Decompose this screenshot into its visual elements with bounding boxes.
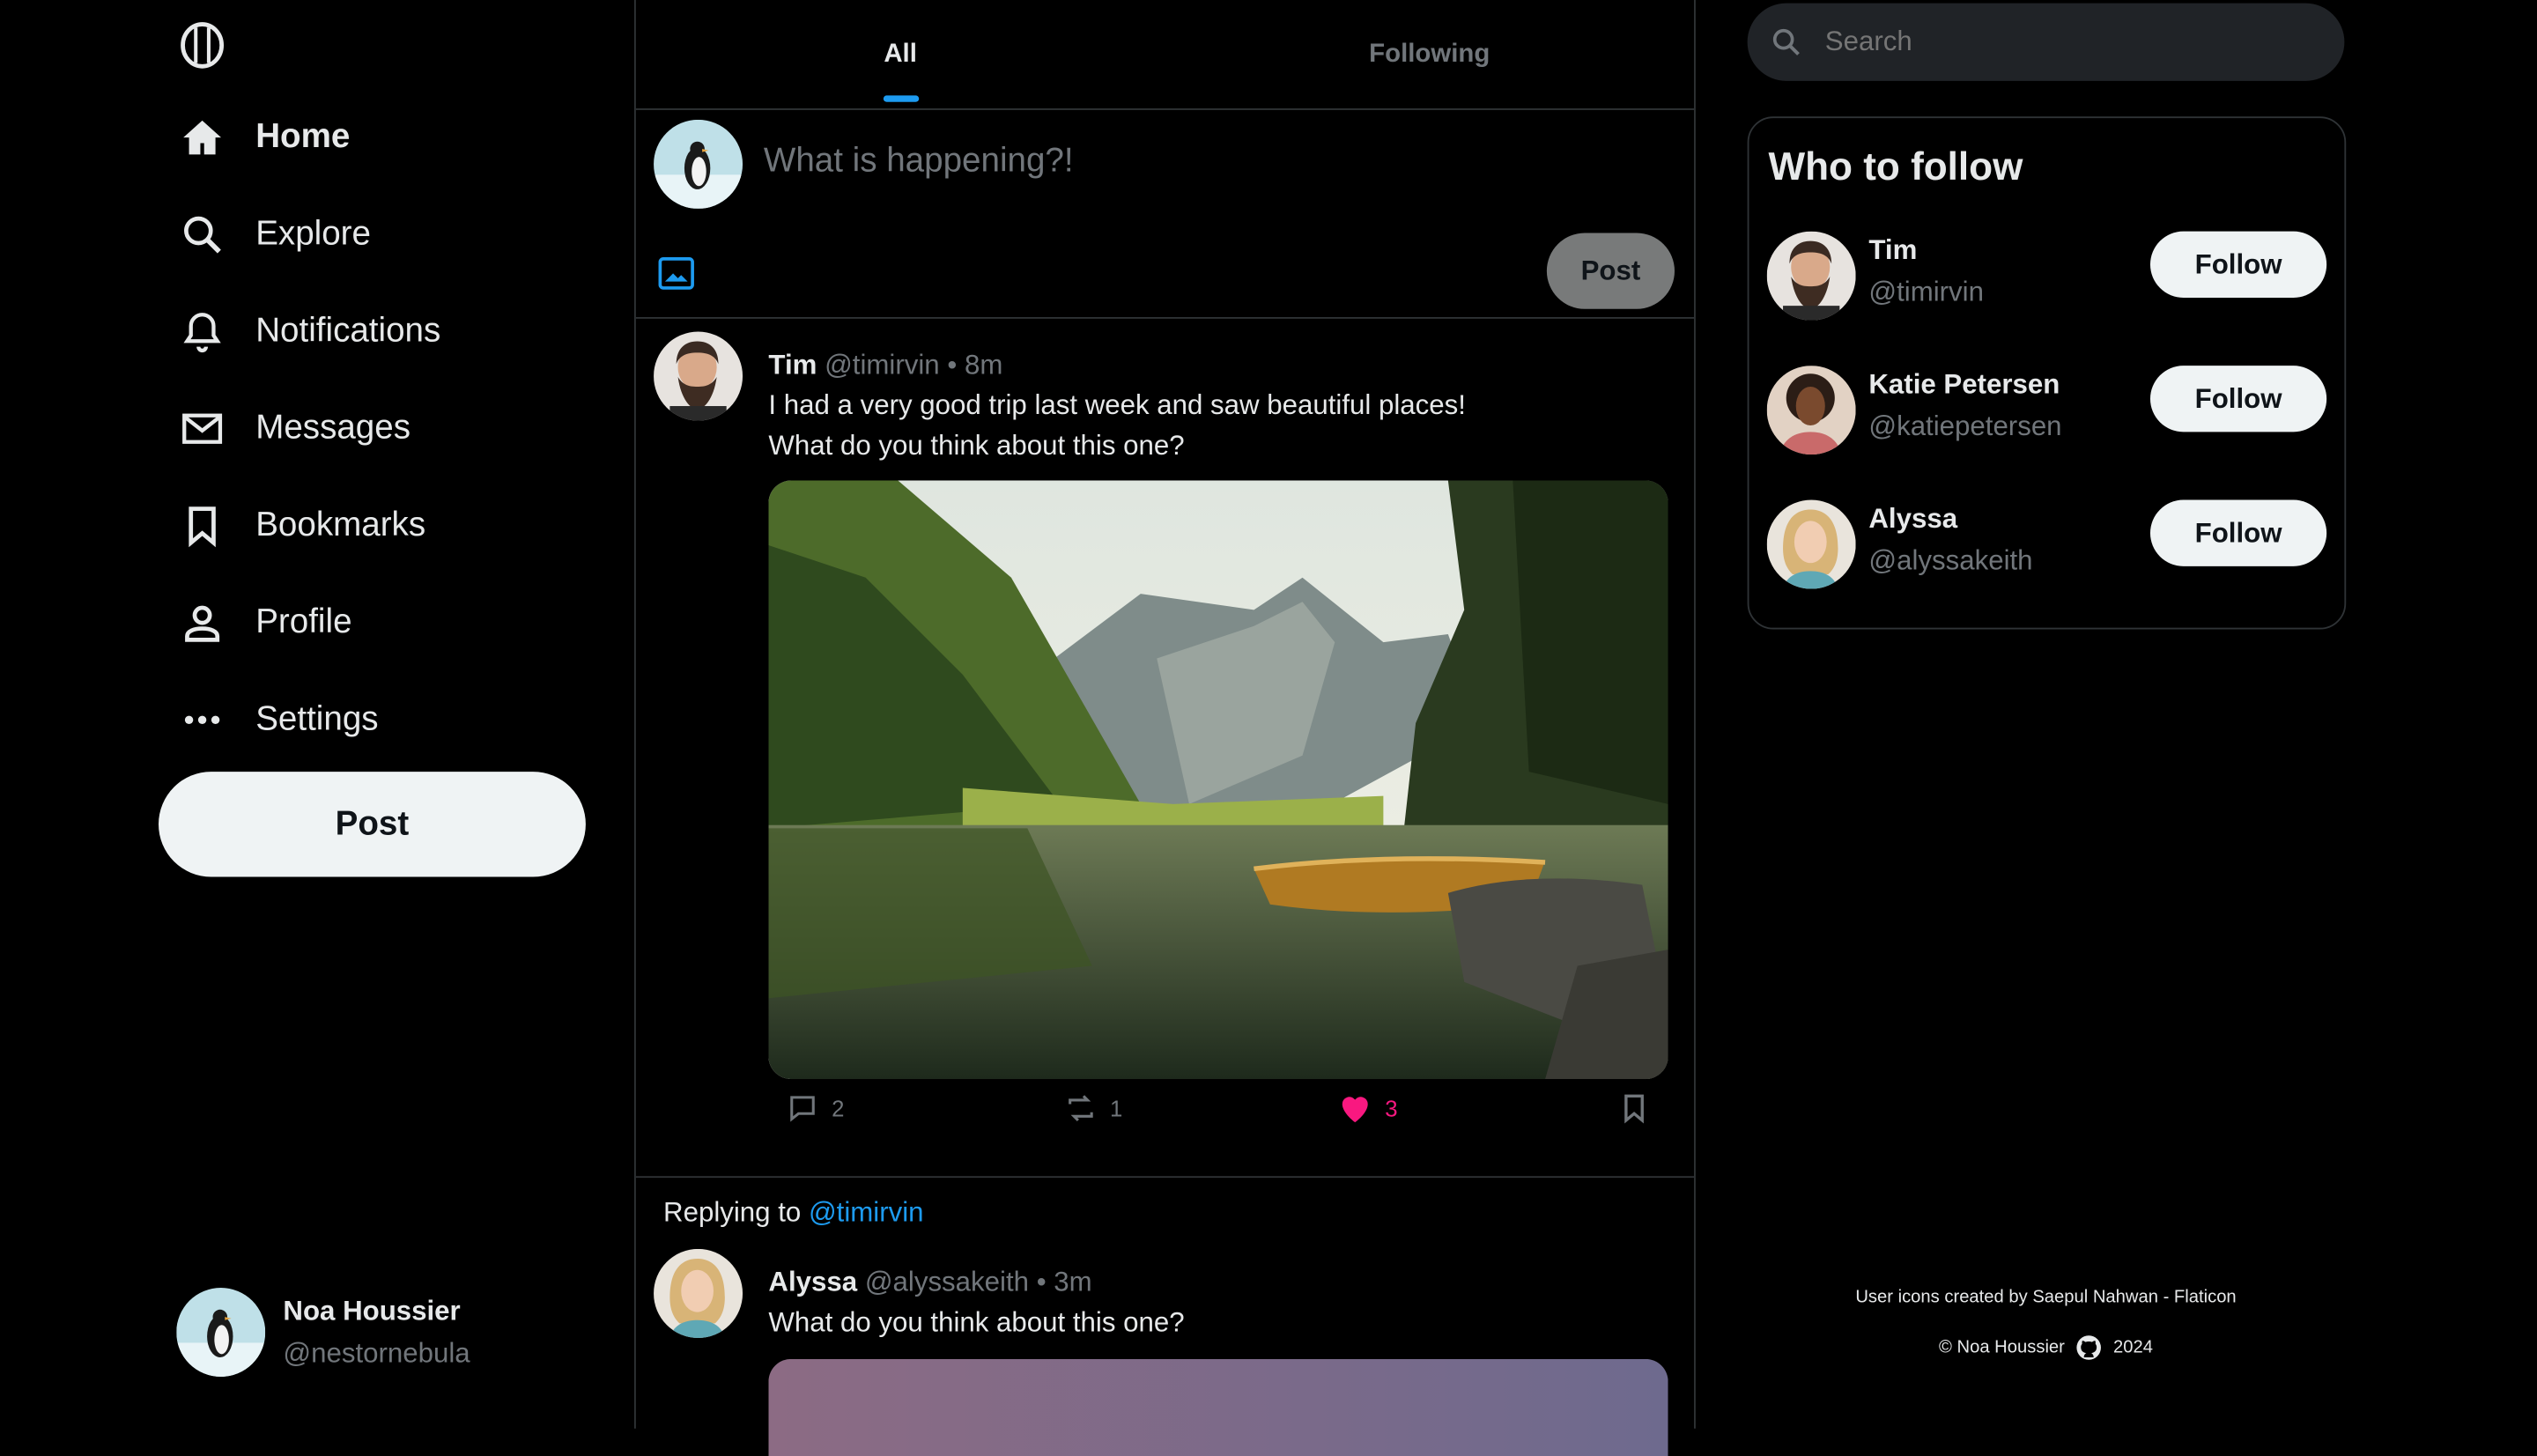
mail-icon (178, 404, 226, 453)
suggestion-name: Katie Petersen (1868, 368, 2060, 400)
bookmark-icon (178, 501, 226, 550)
avatar (1766, 231, 1856, 321)
copyright-name: © Noa Houssier (1938, 1337, 2065, 1357)
active-tab-indicator (883, 95, 920, 102)
suggestion-name: Alyssa (1868, 503, 1958, 535)
more-icon (178, 696, 226, 744)
nav-profile-label: Profile (255, 603, 352, 641)
nav-home-label: Home (255, 118, 351, 156)
search-icon (178, 211, 226, 259)
like-count: 3 (1385, 1095, 1398, 1121)
follow-suggestion[interactable]: Katie Petersen @katiepetersen Follow (1766, 366, 2327, 456)
copyright: © Noa Houssier 2024 (1748, 1333, 2345, 1362)
comment-icon (790, 1096, 815, 1122)
image-upload-icon[interactable] (657, 254, 696, 292)
follow-suggestion[interactable]: Tim @timirvin Follow (1766, 231, 2327, 322)
app-logo-icon[interactable] (180, 21, 225, 70)
suggestion-handle: @katiepetersen (1868, 410, 2062, 442)
person-icon (178, 599, 226, 647)
bookmark-icon (1624, 1094, 1644, 1124)
main-feed: All Following What is happening?! Post T… (633, 0, 1696, 1456)
tweet-avatar[interactable] (654, 331, 743, 421)
right-sidebar: Who to follow Tim @timirvin Follow Katie… (1694, 0, 2537, 1429)
nav-settings-label: Settings (255, 700, 379, 738)
nav-bookmarks[interactable]: Bookmarks (178, 493, 425, 558)
who-to-follow-panel: Who to follow Tim @timirvin Follow Katie… (1747, 116, 2347, 630)
reply-count: 2 (832, 1095, 845, 1121)
tweet-author-name[interactable]: Tim (768, 350, 817, 381)
tweet[interactable]: Tim @timirvin • 8m I had a very good tri… (635, 319, 1695, 1179)
composer-avatar (654, 119, 743, 209)
nav-notifications[interactable]: Notifications (178, 299, 440, 364)
repost-count: 1 (1109, 1095, 1123, 1121)
follow-suggestion[interactable]: Alyssa @alyssakeith Follow (1766, 499, 2327, 591)
follow-button[interactable]: Follow (2149, 366, 2327, 432)
replying-to-mention[interactable]: @timirvin (809, 1197, 924, 1228)
tweet-author-name[interactable]: Alyssa (768, 1267, 857, 1297)
nav-profile[interactable]: Profile (178, 590, 352, 654)
left-sidebar: Home Explore Notifications Messages Book… (0, 0, 634, 1429)
bell-icon (178, 307, 226, 356)
composer: What is happening?! Post (635, 110, 1695, 319)
search-input[interactable] (1822, 24, 2314, 60)
tweet-author-handle[interactable]: @timirvin (825, 350, 940, 381)
github-icon[interactable] (2075, 1333, 2104, 1362)
follow-button[interactable]: Follow (2149, 499, 2327, 566)
tweet-text: What do you think about this one? (768, 1307, 1185, 1338)
tweet-actions: 2 1 3 (768, 1092, 1668, 1131)
icon-credits[interactable]: User icons created by Saepul Nahwan - Fl… (1748, 1288, 2345, 1307)
tweet-image[interactable] (768, 480, 1668, 1080)
account-switcher[interactable]: Noa Houssier @nestornebula (176, 1288, 470, 1378)
account-name: Noa Houssier (283, 1295, 461, 1327)
nav-bookmarks-label: Bookmarks (255, 506, 426, 544)
tab-all[interactable]: All (636, 0, 1165, 108)
tweet-time: • 8m (947, 349, 1003, 381)
replying-to-label: Replying to (663, 1197, 802, 1229)
suggestion-handle: @alyssakeith (1868, 544, 2033, 576)
reply-button[interactable]: 2 (787, 1092, 845, 1125)
replying-to: Replying to @timirvin (663, 1197, 924, 1230)
repost-button[interactable]: 1 (1065, 1092, 1123, 1125)
home-icon (178, 114, 226, 162)
repost-icon (1069, 1095, 1093, 1121)
suggestion-name: Tim (1868, 234, 1918, 266)
tab-following[interactable]: Following (1165, 0, 1694, 108)
tweet-author-handle[interactable]: @alyssakeith (865, 1267, 1029, 1297)
post-button[interactable]: Post (158, 772, 586, 877)
nav-settings[interactable]: Settings (178, 688, 379, 752)
feed-tabs: All Following (635, 0, 1695, 110)
suggestion-handle: @timirvin (1868, 277, 1984, 307)
nav-messages-label: Messages (255, 409, 411, 447)
bookmark-button[interactable] (1618, 1092, 1651, 1125)
nav-explore-label: Explore (255, 215, 371, 253)
tweet-time: • 3m (1036, 1267, 1092, 1298)
like-button[interactable]: 3 (1338, 1092, 1398, 1125)
tweet-image[interactable] (768, 1358, 1668, 1456)
tweet[interactable]: Replying to @timirvin Alyssa @alyssakeit… (636, 1178, 1694, 1456)
nav-messages[interactable]: Messages (178, 396, 411, 461)
who-to-follow-title: Who to follow (1768, 145, 2023, 189)
composer-post-button[interactable]: Post (1546, 233, 1675, 309)
tweet-avatar[interactable] (654, 1248, 743, 1338)
search-icon (1772, 28, 1800, 55)
follow-button[interactable]: Follow (2149, 231, 2327, 298)
avatar (1766, 366, 1856, 455)
nav-notifications-label: Notifications (255, 312, 441, 350)
nav-home[interactable]: Home (178, 105, 350, 169)
tweet-text: I had a very good trip last week and saw… (768, 389, 1466, 462)
avatar (1766, 499, 1856, 589)
nav-explore[interactable]: Explore (178, 203, 371, 267)
heart-icon (1342, 1097, 1368, 1123)
search-bar[interactable] (1747, 3, 2345, 81)
avatar (176, 1288, 266, 1378)
copyright-year: 2024 (2113, 1337, 2153, 1357)
composer-input[interactable]: What is happening?! (764, 143, 1074, 181)
account-handle: @nestornebula (283, 1337, 470, 1368)
